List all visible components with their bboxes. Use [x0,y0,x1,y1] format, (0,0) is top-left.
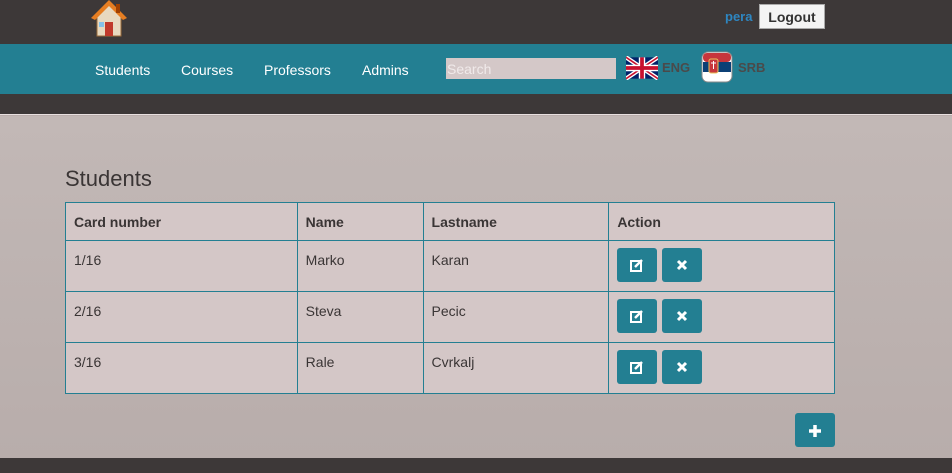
footer-bar [0,458,952,473]
top-bar: pera Logout [0,0,952,44]
nav-item-professors[interactable]: Professors [264,62,331,78]
plus-icon [809,425,821,438]
sub-bar [0,94,952,115]
cell-card-number: 1/16 [65,240,298,292]
edit-button[interactable] [617,248,658,282]
cell-lastname: Pecic [422,291,610,343]
column-header-action: Action [608,202,835,241]
edit-button[interactable] [617,350,658,384]
nav-item-students[interactable]: Students [95,62,150,78]
lang-eng-label[interactable]: ENG [662,60,690,75]
students-table: Card number Name Lastname Action 1/16 Ma… [65,202,835,394]
add-student-button[interactable] [795,413,835,447]
cell-lastname: Karan [422,240,610,292]
cell-name: Steva [296,291,424,343]
cell-actions [608,291,835,343]
cell-actions [608,240,835,292]
table-header-row: Card number Name Lastname Action [65,202,835,241]
delete-icon [677,259,688,271]
search-input[interactable] [446,58,616,79]
delete-button[interactable] [662,248,703,282]
nav-item-admins[interactable]: Admins [362,62,409,78]
column-header-lastname: Lastname [422,202,610,241]
cell-name: Marko [296,240,424,292]
user-name[interactable]: pera [725,9,752,24]
lang-srb-label[interactable]: SRB [738,60,765,75]
delete-button[interactable] [662,299,703,333]
page-title: Students [65,166,152,191]
edit-icon [630,310,644,324]
uk-flag-icon[interactable] [626,56,658,80]
column-header-name: Name [296,202,424,241]
column-header-card-number: Card number [65,202,298,241]
serbia-flag-icon[interactable] [701,51,733,83]
nav-item-courses[interactable]: Courses [181,62,233,78]
cell-actions [608,342,835,394]
table-row: 2/16 Steva Pecic [65,291,835,343]
table-row: 3/16 Rale Cvrkalj [65,342,835,394]
home-icon[interactable] [91,0,127,38]
table-row: 1/16 Marko Karan [65,240,835,292]
edit-icon [630,259,644,273]
edit-icon [630,361,644,375]
cell-lastname: Cvrkalj [422,342,610,394]
delete-icon [677,361,688,373]
cell-card-number: 2/16 [65,291,298,343]
logout-button[interactable]: Logout [759,4,825,29]
delete-button[interactable] [662,350,703,384]
edit-button[interactable] [617,299,658,333]
cell-name: Rale [296,342,424,394]
delete-icon [677,310,688,322]
cell-card-number: 3/16 [65,342,298,394]
